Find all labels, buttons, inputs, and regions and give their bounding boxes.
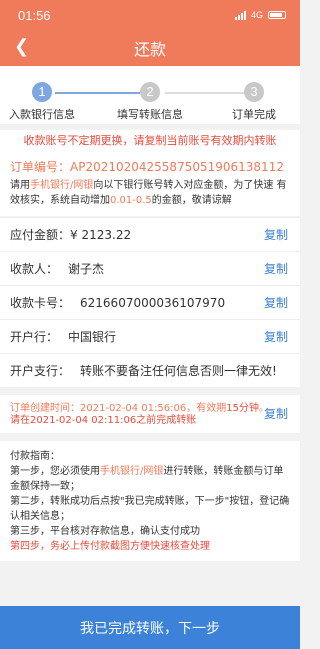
page-title: 还款 bbox=[133, 40, 166, 59]
deadline-line: 请在2021-02-04 02:11:06之前完成转账 bbox=[10, 415, 197, 426]
step-3-label: 订单完成 bbox=[232, 108, 276, 121]
step-3-number: 3 bbox=[244, 82, 264, 102]
back-icon[interactable]: ❮ bbox=[14, 38, 29, 56]
copy-time-button[interactable]: 复制 bbox=[264, 408, 288, 420]
card-label: 收款卡号： bbox=[10, 296, 71, 310]
desc-pre: 请用 bbox=[10, 180, 30, 191]
order-description: 请用手机银行/网银向以下银行账号转入对应金额，为了快速 有效核实，系统自动增加0… bbox=[10, 178, 290, 208]
step-1-label: 入款银行信息 bbox=[9, 108, 75, 121]
guide-step-2: 第二步，转账成功后点按"我已完成转账，下一步"按钮，登记确认相关信息； bbox=[10, 496, 290, 522]
step-2-label: 填写转账信息 bbox=[117, 108, 183, 121]
branch-label: 开户支行： bbox=[10, 364, 71, 378]
card-value: 6216607000036107970 bbox=[80, 295, 226, 310]
payee-row: 收款人： 谢子杰 复制 bbox=[0, 251, 300, 285]
order-number: 订单编号：AP20210204255875051906138112 bbox=[10, 160, 284, 174]
status-indicators: 4G bbox=[234, 10, 286, 20]
guide-step-1-highlight: 手机银行/网银 bbox=[100, 466, 164, 477]
created-time: 2021-02-04 01:56:06 bbox=[80, 403, 187, 414]
step-1-number: 1 bbox=[32, 82, 52, 102]
battery-icon bbox=[268, 11, 286, 19]
guide-step-3: 第三步，平台核对存款信息，确认支付成功 bbox=[10, 526, 200, 537]
card-row: 收款卡号： 6216607000036107970 复制 bbox=[0, 285, 300, 319]
signal-icon bbox=[234, 10, 246, 20]
created-label: 订单创建时间： bbox=[10, 403, 80, 414]
guide-step-1-pre: 第一步，您必须使用 bbox=[10, 466, 100, 477]
branch-row: 开户支行： 转账不要备注任何信息否则一律无效! bbox=[0, 353, 300, 387]
account-notice: 收款账号不定期更换，请复制当前账号有效期内转账 bbox=[0, 130, 300, 152]
copy-payee-button[interactable]: 复制 bbox=[264, 260, 288, 277]
network-type: 4G bbox=[250, 10, 263, 20]
bank-row: 开户行： 中国银行 复制 bbox=[0, 319, 300, 353]
guide-step-1: 第一步，您必须使用手机银行/网银进行转账，转账金额与订单金额保持一致； bbox=[10, 464, 290, 494]
step-3: 3 订单完成 bbox=[209, 82, 299, 122]
created-time-line: 订单创建时间：2021-02-04 01:56:06，有效期15分钟。 bbox=[10, 403, 290, 415]
desc-highlight-bank: 手机银行/网银 bbox=[30, 180, 94, 191]
status-time: 01:56 bbox=[18, 7, 51, 23]
valid-label: ，有效期 bbox=[186, 403, 227, 414]
payee-value: 谢子杰 bbox=[68, 262, 105, 276]
desc-post: 的金额，敬请谅解 bbox=[151, 195, 232, 206]
amount-row: 应付金额： ¥ 2123.22 复制 bbox=[0, 217, 300, 251]
bank-value: 中国银行 bbox=[68, 330, 117, 344]
step-2: 2 填写转账信息 bbox=[105, 82, 195, 122]
payment-guide: 付款指南： 第一步，您必须使用手机银行/网银进行转账，转账金额与订单金额保持一致… bbox=[0, 441, 300, 561]
amount-value: ¥ 2123.22 bbox=[70, 227, 132, 242]
order-info: 订单编号：AP20210204255875051906138112 请用手机银行… bbox=[0, 152, 300, 216]
copy-card-button[interactable]: 复制 bbox=[264, 294, 288, 311]
guide-step-4: 第四步，务必上传付款截图方便快速核查处理 bbox=[10, 541, 210, 552]
copy-bank-button[interactable]: 复制 bbox=[264, 328, 288, 345]
branch-value: 转账不要备注任何信息否则一律无效! bbox=[80, 364, 277, 378]
step-indicator: 1 入款银行信息 2 填写转账信息 3 订单完成 bbox=[0, 66, 300, 124]
payment-details: 应付金额： ¥ 2123.22 复制 收款人： 谢子杰 复制 收款卡号： 621… bbox=[0, 217, 300, 387]
valid-minutes: 15分钟 bbox=[226, 403, 259, 414]
amount-label: 应付金额： bbox=[10, 228, 71, 242]
bank-label: 开户行： bbox=[10, 330, 59, 344]
status-bar: 01:56 4G bbox=[0, 0, 300, 30]
step-2-number: 2 bbox=[140, 82, 160, 102]
order-time-info: 订单创建时间：2021-02-04 01:56:06，有效期15分钟。 请在20… bbox=[0, 395, 300, 433]
desc-highlight-range: 0.01-0.5 bbox=[110, 195, 152, 206]
copy-amount-button[interactable]: 复制 bbox=[264, 226, 288, 243]
payee-label: 收款人： bbox=[10, 262, 59, 276]
nav-bar: ❮ 还款 bbox=[0, 30, 300, 66]
next-step-button[interactable]: 我已完成转账，下一步 bbox=[0, 606, 300, 649]
step-1: 1 入款银行信息 bbox=[0, 82, 87, 122]
guide-title: 付款指南： bbox=[10, 451, 60, 462]
